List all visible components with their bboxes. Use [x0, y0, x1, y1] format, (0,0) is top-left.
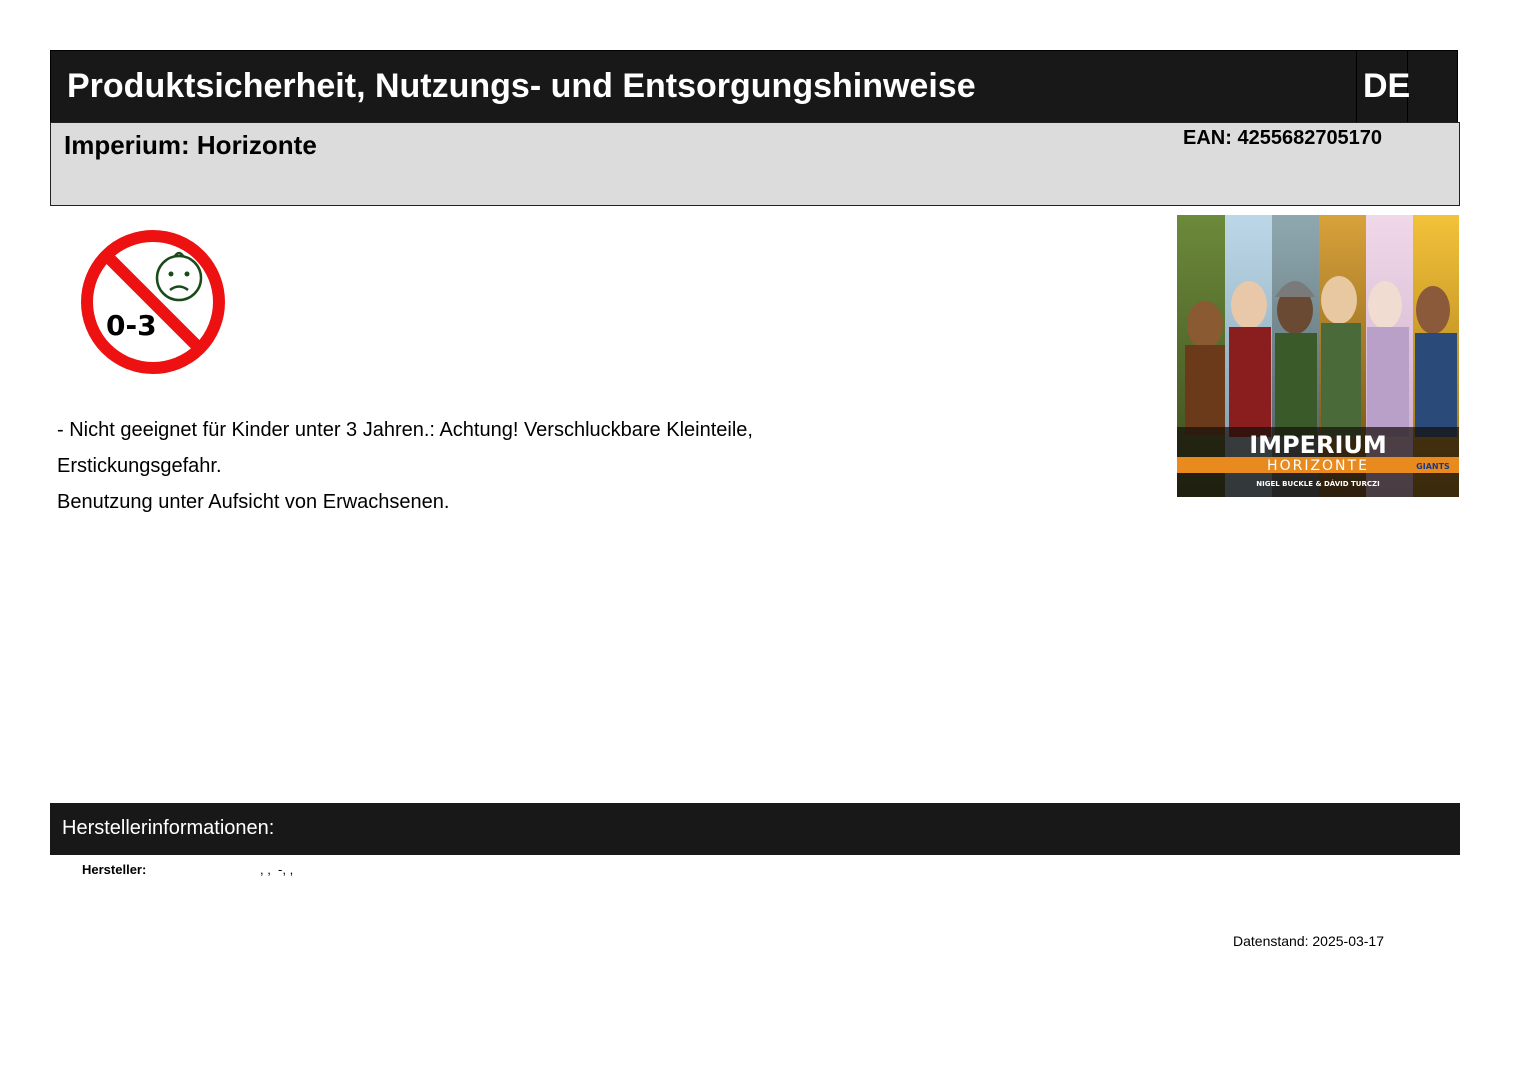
manufacturer-section-header: Herstellerinformationen:	[50, 803, 1460, 855]
product-name: Imperium: Horizonte	[64, 130, 317, 160]
ean-value: 4255682705170	[1237, 127, 1383, 149]
manufacturer-section-title: Herstellerinformationen:	[62, 817, 275, 839]
language-box: DE	[1356, 51, 1411, 122]
header-bar: Produktsicherheit, Nutzungs- und Entsorg…	[50, 50, 1458, 123]
box-art-title: IMPERIUM	[1249, 431, 1387, 459]
data-date: Datenstand: 2025-03-17	[1233, 933, 1384, 949]
ean-block: EAN: 4255682705170	[1183, 127, 1382, 150]
manufacturer-value: , , -, ,	[260, 862, 294, 877]
box-art-subtitle: HORIZONTE	[1267, 458, 1369, 474]
age-0-3-prohibited-icon: 0-3	[81, 230, 225, 374]
safety-notice: - Nicht geeignet für Kinder unter 3 Jahr…	[57, 412, 857, 520]
notice-line: - Nicht geeignet für Kinder unter 3 Jahr…	[57, 419, 753, 441]
publisher-logo: GIANTS	[1416, 462, 1450, 471]
product-info-bar: Imperium: Horizonte EAN: 4255682705170	[50, 122, 1460, 206]
imperium-horizonte-box-art: IMPERIUM HORIZONTE NIGEL BUCKLE & DÁVID …	[1177, 215, 1459, 497]
manufacturer-label: Hersteller:	[82, 862, 147, 877]
box-art-authors: NIGEL BUCKLE & DÁVID TURCZI	[1256, 479, 1379, 488]
ean-label: EAN:	[1183, 127, 1232, 149]
language-code: DE	[1363, 67, 1411, 105]
age-label: 0-3	[106, 309, 157, 342]
page-title: Produktsicherheit, Nutzungs- und Entsorg…	[67, 67, 976, 105]
notice-line: Benutzung unter Aufsicht von Erwachsenen…	[57, 491, 450, 513]
notice-line: Erstickungsgefahr.	[57, 455, 222, 477]
